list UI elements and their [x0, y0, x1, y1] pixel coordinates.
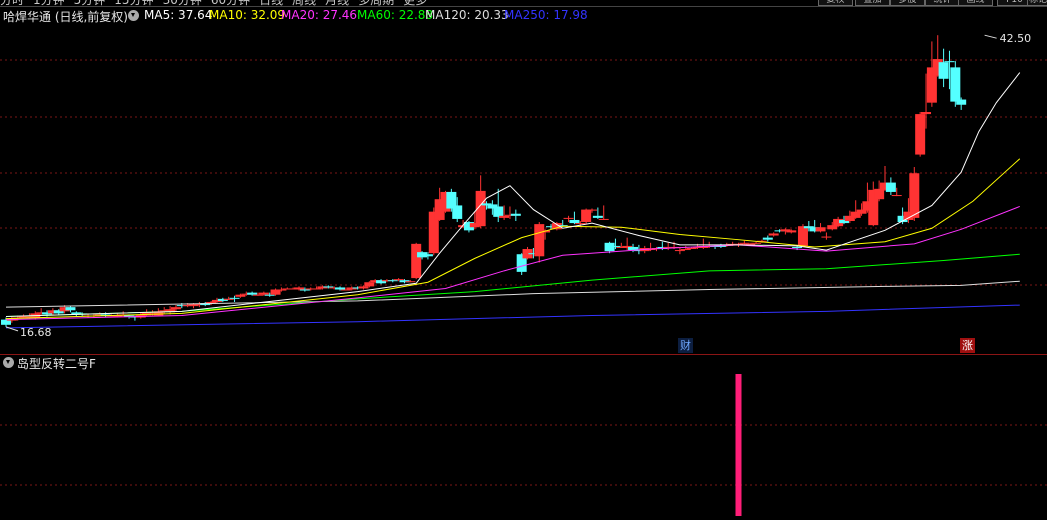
- candle-body: [358, 286, 369, 289]
- candle-body: [674, 250, 685, 252]
- candle-body: [235, 294, 246, 297]
- ma20-label: MA20: 27.46: [281, 8, 358, 22]
- candle-body: [247, 292, 258, 295]
- candle-body: [534, 224, 545, 257]
- candle-body: [335, 287, 346, 290]
- candle-body: [885, 182, 896, 192]
- candle-body: [294, 287, 304, 290]
- candle-body: [340, 289, 351, 291]
- candle-body: [405, 281, 416, 283]
- candle-body: [311, 288, 322, 290]
- candle-body: [258, 292, 269, 295]
- candle-body: [252, 294, 263, 296]
- candle-body: [921, 112, 932, 115]
- candle-body: [792, 246, 803, 248]
- ma250-label: MA250: 17.98: [504, 8, 588, 22]
- high-pointer: [984, 34, 997, 39]
- candle-body: [264, 294, 275, 296]
- ma10-label: MA10: 32.09: [209, 8, 286, 22]
- candle-body: [223, 298, 234, 300]
- candle-body: [762, 237, 773, 240]
- candle-body: [170, 307, 181, 310]
- candle-body: [65, 307, 76, 311]
- candle-body: [956, 99, 967, 105]
- candle-body: [206, 301, 217, 304]
- stock-title[interactable]: 哈焊华通 (日线,前复权): [3, 8, 128, 25]
- indicator-title[interactable]: 岛型反转二号F: [17, 355, 96, 372]
- candle-body: [364, 282, 375, 287]
- candle-body: [569, 219, 580, 224]
- ma20-line: [5, 206, 1020, 321]
- candle-body: [323, 286, 334, 288]
- ma120-line: [5, 280, 1020, 308]
- ma60-label: MA60: 22.88: [357, 8, 434, 22]
- candle-body: [411, 243, 422, 279]
- candle-body: [938, 62, 949, 79]
- candle-body: [510, 213, 521, 216]
- candle-body: [797, 226, 808, 246]
- ma5-label: MA5: 37.64: [144, 8, 213, 22]
- candle-body: [944, 61, 955, 63]
- candle-body: [598, 218, 609, 220]
- dropdown-circle-icon[interactable]: [128, 10, 139, 21]
- candle-body: [587, 209, 597, 211]
- candle-body: [229, 297, 240, 299]
- candle-body: [452, 205, 463, 219]
- finance-badge[interactable]: 财: [678, 338, 693, 353]
- indicator-dropdown-icon[interactable]: [3, 357, 14, 368]
- candle-body: [387, 280, 398, 282]
- candle-body: [499, 215, 510, 218]
- candle-body: [950, 67, 961, 102]
- candle-body: [276, 289, 287, 291]
- island-reversal-signal-bar: [735, 374, 742, 516]
- limit-up-badge[interactable]: 涨: [960, 338, 975, 353]
- candle-body: [610, 245, 621, 247]
- candle-body: [874, 188, 885, 200]
- candle-body: [909, 173, 920, 218]
- candle-body: [751, 242, 762, 244]
- candle-body: [581, 209, 592, 223]
- candle-body: [575, 223, 586, 225]
- candle-body: [821, 236, 832, 238]
- candle-body: [422, 254, 433, 257]
- high-price-label: 42.50: [1000, 32, 1032, 45]
- candle-body: [299, 289, 310, 291]
- candle-body: [815, 227, 826, 232]
- low-price-label: 16.68: [20, 326, 52, 339]
- candle-body: [493, 206, 504, 217]
- candle-body: [393, 279, 404, 281]
- candle-body: [680, 249, 691, 251]
- candle-body: [563, 217, 574, 219]
- ma60-line: [5, 253, 1020, 318]
- candle-body: [915, 114, 926, 155]
- candle-body: [891, 195, 902, 197]
- candle-body: [739, 242, 750, 244]
- ma120-label: MA120: 20.33: [425, 8, 509, 22]
- candle-body: [786, 230, 797, 233]
- candle-body: [768, 233, 779, 236]
- candle-body: [686, 247, 697, 249]
- candle-body: [592, 215, 603, 218]
- kline-chart[interactable]: 42.50 16.68: [0, 0, 1047, 520]
